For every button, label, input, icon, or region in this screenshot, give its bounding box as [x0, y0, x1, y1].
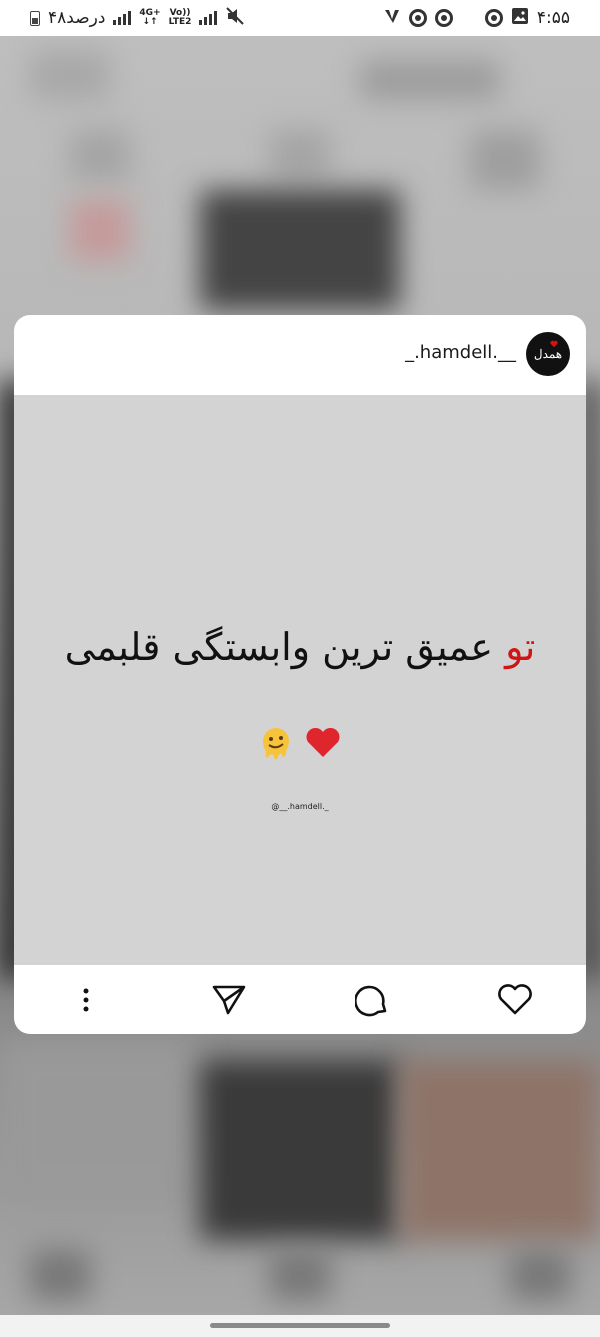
heart-emoji [306, 727, 340, 757]
battery-percentage: ۴۸درصد [48, 8, 106, 28]
melting-face-emoji [263, 728, 290, 760]
avatar[interactable]: همدل [526, 332, 570, 376]
clock: ۴:۵۵ [536, 8, 570, 28]
avatar-heart-icon [550, 340, 558, 348]
home-indicator[interactable] [210, 1323, 390, 1328]
post-text-main: عمیق ترین وابستگی قلبمی [64, 625, 494, 669]
status-bar: ۴۸درصد 4G+ ↓↑ Vo)) LTE2 ۴:۵۵ [0, 0, 600, 36]
post-username[interactable]: _.hamdell.__ [405, 342, 516, 363]
comment-icon [354, 985, 386, 1016]
more-options-button[interactable] [56, 970, 116, 1030]
more-options-icon [83, 988, 88, 1011]
mute-icon [225, 6, 245, 31]
like-button[interactable] [485, 970, 545, 1030]
post-actions-bar [14, 965, 586, 1034]
gallery-icon [511, 7, 529, 30]
status-bar-left: ۴۸درصد 4G+ ↓↑ Vo)) LTE2 [30, 6, 245, 31]
network-4g-icon: 4G+ ↓↑ [139, 9, 160, 27]
network-arrows-label: ↓↑ [142, 17, 158, 27]
post-watermark: @__.hamdell._ [271, 802, 329, 811]
share-button[interactable] [199, 970, 259, 1030]
battery-icon [30, 10, 40, 26]
share-icon [212, 985, 245, 1014]
lte-label: LTE2 [168, 17, 192, 27]
post-image[interactable]: تو عمیق ترین وابستگی قلبمی @__.hamdell._ [14, 395, 586, 965]
signal-icon [113, 11, 132, 25]
post-header: _.hamdell.__ همدل [14, 315, 586, 395]
status-bar-right: ۴:۵۵ [383, 7, 570, 30]
like-icon [497, 983, 532, 1014]
avatar-text: همدل [533, 347, 563, 361]
post-caption-text: تو عمیق ترین وابستگی قلبمی [14, 625, 586, 669]
chrome-icon [484, 9, 503, 27]
chrome-icon [408, 9, 427, 27]
navigation-bar [0, 1315, 600, 1337]
volte-icon: Vo)) LTE2 [169, 9, 192, 27]
chrome-icon [434, 9, 453, 27]
post-text-red-word: تو [505, 625, 536, 669]
post-preview-card[interactable]: _.hamdell.__ همدل تو عمیق ترین وابستگی ق… [14, 315, 586, 1034]
signal-icon [199, 11, 218, 25]
v-app-icon [383, 7, 401, 30]
post-emojis [14, 725, 586, 761]
comment-button[interactable] [342, 970, 402, 1030]
